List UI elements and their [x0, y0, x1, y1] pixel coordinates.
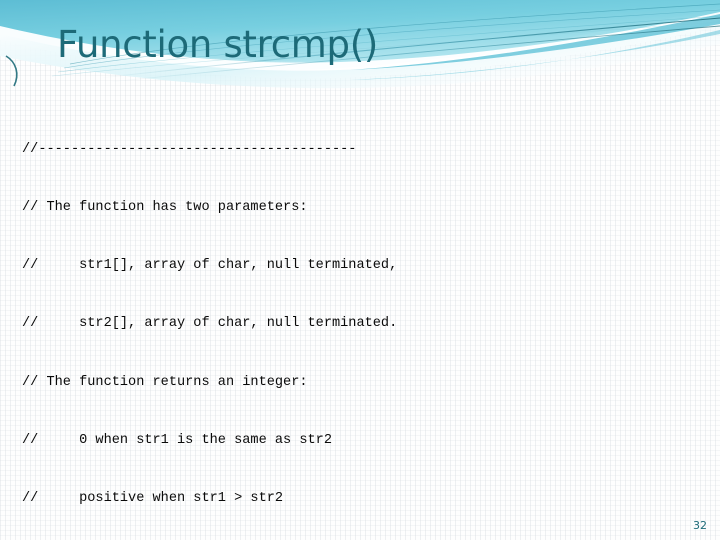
code-line: // 0 when str1 is the same as str2	[22, 432, 332, 448]
code-line: //--------------------------------------…	[22, 141, 357, 157]
slide-canvas: Function strcmp() //--------------------…	[0, 0, 720, 540]
code-listing: //--------------------------------------…	[22, 101, 698, 540]
code-line: // The function returns an integer:	[22, 374, 308, 390]
page-title: Function strcmp()	[57, 23, 378, 66]
code-line: // positive when str1 > str2	[22, 491, 284, 507]
page-number: 32	[693, 519, 707, 532]
code-line: // str1[], array of char, null terminate…	[22, 258, 398, 274]
code-line: // str2[], array of char, null terminate…	[22, 316, 398, 332]
code-line: // The function has two parameters:	[22, 200, 308, 216]
